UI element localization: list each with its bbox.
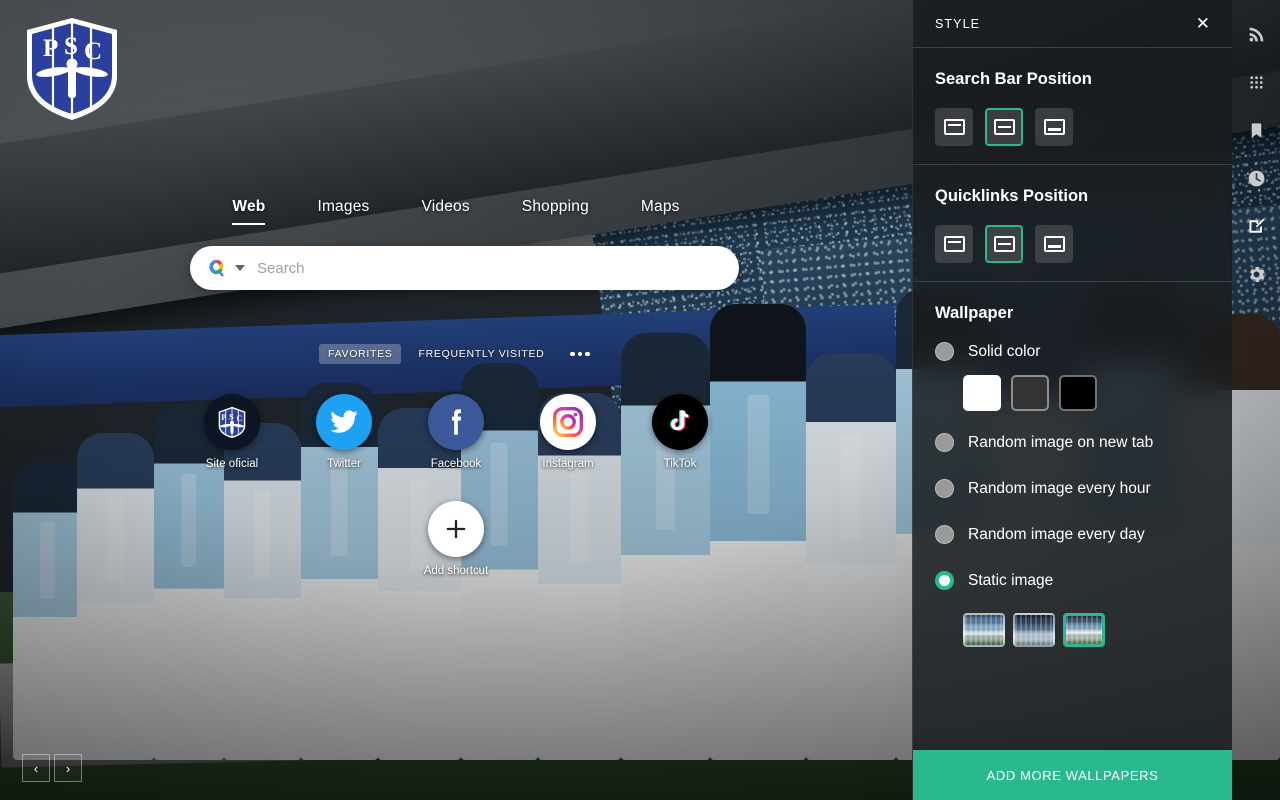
layout-bottom-icon [1043, 119, 1065, 135]
previous-wallpaper-button[interactable]: ‹ [22, 754, 50, 782]
section-title: Wallpaper [935, 304, 1014, 322]
radio-icon [935, 479, 954, 498]
shortcut-facebook[interactable]: Facebook [428, 394, 484, 470]
section-search-bar-position: Search Bar Position [913, 48, 1232, 165]
search-bar[interactable] [190, 246, 739, 290]
search-bar-position-top[interactable] [935, 108, 973, 146]
option-label: Static image [968, 571, 1054, 589]
shortcut-label: Instagram [542, 458, 594, 470]
twitter-icon [316, 394, 372, 450]
section-quicklinks-position: Quicklinks Position [913, 165, 1232, 282]
svg-text:C: C [237, 414, 243, 423]
tab-frequently-visited[interactable]: FREQUENTLY VISITED [409, 344, 553, 364]
layout-top-icon [943, 119, 965, 135]
option-label: Random image every hour [968, 479, 1151, 497]
shortcut-label: Twitter [327, 458, 361, 470]
wallpaper-thumbnail-1[interactable] [963, 613, 1005, 647]
close-icon[interactable]: ✕ [1190, 11, 1216, 36]
swatch-gray[interactable] [1011, 375, 1049, 411]
radio-icon [935, 433, 954, 452]
shortcut-label: TikTok [663, 458, 697, 470]
instagram-icon [540, 394, 596, 450]
notes-edit-icon[interactable] [1236, 204, 1276, 248]
right-sidebar [1232, 0, 1280, 800]
quicklinks-position-choices [935, 225, 1210, 263]
layout-top-icon [943, 236, 965, 252]
layout-bottom-icon [1043, 236, 1065, 252]
tab-videos[interactable]: Videos [421, 198, 469, 225]
tab-images[interactable]: Images [317, 198, 369, 225]
search-bar-position-middle[interactable] [985, 108, 1023, 146]
swatch-white[interactable] [963, 375, 1001, 411]
quicklinks-position-bottom[interactable] [1035, 225, 1073, 263]
wallpaper-option-random-hourly[interactable]: Random image every hour [935, 479, 1210, 498]
wallpaper-option-random-new-tab[interactable]: Random image on new tab [935, 433, 1210, 452]
tab-shopping[interactable]: Shopping [522, 198, 589, 225]
radio-icon [935, 525, 954, 544]
shortcut-label: Facebook [430, 458, 482, 470]
wallpaper-option-solid-color[interactable]: Solid color [935, 342, 1210, 361]
swatch-black[interactable] [1059, 375, 1097, 411]
section-title: Quicklinks Position [935, 187, 1089, 205]
section-title: Search Bar Position [935, 70, 1092, 88]
settings-gear-icon[interactable] [1236, 252, 1276, 296]
favorites-bar: FAVORITES FREQUENTLY VISITED [0, 344, 912, 364]
chevron-down-icon[interactable] [235, 265, 245, 271]
add-more-wallpapers-button[interactable]: ADD MORE WALLPAPERS [913, 750, 1232, 800]
add-shortcut-label: Add shortcut [423, 565, 489, 577]
shortcut-site-oficial[interactable]: P S C Site oficial [204, 394, 260, 470]
layout-middle-icon [993, 236, 1015, 252]
wallpaper-option-random-daily[interactable]: Random image every day [935, 525, 1210, 544]
layout-middle-icon [993, 119, 1015, 135]
style-panel-body: Search Bar Position Quicklinks Position [913, 48, 1232, 750]
quicklinks-position-middle[interactable] [985, 225, 1023, 263]
option-label: Solid color [968, 342, 1041, 360]
quicklinks-position-top[interactable] [935, 225, 973, 263]
bookmark-icon[interactable] [1236, 108, 1276, 152]
tab-favorites[interactable]: FAVORITES [319, 344, 402, 364]
shortcuts-row: P S C Site oficial Twitter Facebook Inst… [0, 394, 912, 470]
tab-maps[interactable]: Maps [641, 198, 680, 225]
search-bar-position-choices [935, 108, 1210, 146]
facebook-icon [428, 394, 484, 450]
wallpaper-carousel-controls: ‹ › [22, 754, 82, 782]
radio-icon [935, 342, 954, 361]
add-shortcut: Add shortcut [0, 501, 912, 577]
shortcut-twitter[interactable]: Twitter [316, 394, 372, 470]
next-wallpaper-button[interactable]: › [54, 754, 82, 782]
shortcut-instagram[interactable]: Instagram [540, 394, 596, 470]
wallpaper-mode-list: Random image on new tab Random image eve… [935, 433, 1210, 596]
rss-feed-icon[interactable] [1236, 12, 1276, 56]
new-tab-page: P S C Web Images Videos Shopping Maps Se… [0, 0, 1280, 800]
wallpaper-thumbnail-2[interactable] [1013, 613, 1055, 647]
more-options-icon[interactable] [567, 347, 593, 362]
psc-crest-icon: P S C [204, 394, 260, 450]
wallpaper-thumbnails [963, 613, 1210, 647]
search-input[interactable] [257, 259, 723, 277]
google-search-icon [206, 257, 228, 279]
history-clock-icon[interactable] [1236, 156, 1276, 200]
search-tab-bar: Web Images Videos Shopping Maps [0, 198, 912, 225]
option-label: Random image on new tab [968, 433, 1154, 451]
shortcut-label: Site oficial [205, 458, 259, 470]
panel-title: STYLE [935, 16, 981, 31]
section-wallpaper: Wallpaper Solid color Random image on ne… [913, 282, 1232, 665]
option-label: Random image every day [968, 525, 1145, 543]
plus-icon[interactable] [428, 501, 484, 557]
svg-text:P: P [221, 413, 226, 422]
page-center-content: Web Images Videos Shopping Maps FAVO [0, 0, 912, 800]
tiktok-icon [652, 394, 708, 450]
svg-text:S: S [229, 412, 234, 421]
apps-grid-icon[interactable] [1236, 60, 1276, 104]
tab-web[interactable]: Web [232, 198, 266, 225]
solid-color-swatches [963, 375, 1210, 411]
shortcut-tiktok[interactable]: TikTok [652, 394, 708, 470]
wallpaper-thumbnail-3[interactable] [1063, 613, 1105, 647]
wallpaper-option-static-image[interactable]: Static image [935, 571, 1210, 590]
radio-icon [935, 571, 954, 590]
style-panel: STYLE ✕ Search Bar Position Quicklinks P… [912, 0, 1232, 800]
search-bar-position-bottom[interactable] [1035, 108, 1073, 146]
style-panel-header: STYLE ✕ [913, 0, 1232, 48]
